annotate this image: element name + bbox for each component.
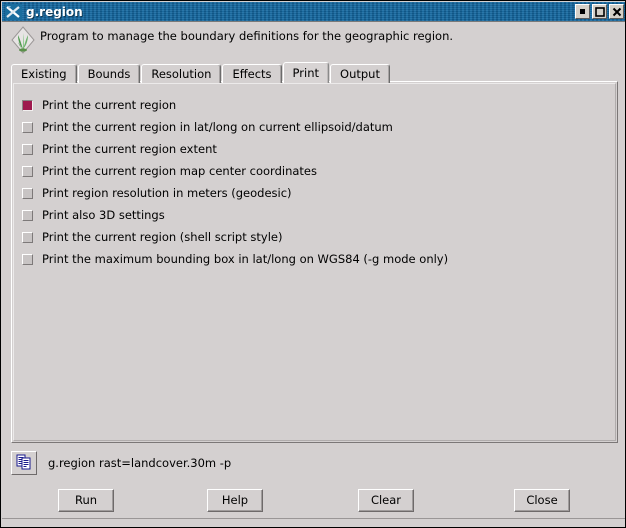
dialog-header: Program to manage the boundary definitio… [2,22,625,57]
option-print-latlong-ellipsoid[interactable]: Print the current region in lat/long on … [22,116,611,138]
option-label: Print the current region map center coor… [42,164,317,178]
copy-documents-icon [16,454,32,473]
option-print-region-extent[interactable]: Print the current region extent [22,138,611,160]
tab-label: Existing [21,67,67,81]
dialog-button-row: Run Help Clear Close [2,483,625,517]
minimize-button[interactable] [575,4,590,19]
tab-effects[interactable]: Effects [222,64,282,83]
button-label: Run [74,493,98,507]
tab-resolution[interactable]: Resolution [141,64,222,83]
x-terminal-icon [5,3,22,20]
tab-bounds[interactable]: Bounds [77,64,141,83]
tab-label: Print [292,66,320,80]
close-dialog-button[interactable]: Close [514,488,570,512]
checkbox[interactable] [22,253,33,265]
option-label: Print also 3D settings [42,208,165,222]
tab-label: Bounds [87,67,131,81]
tab-existing[interactable]: Existing [11,64,77,83]
option-print-max-bounding-box-wgs84[interactable]: Print the maximum bounding box in lat/lo… [22,248,611,270]
option-label: Print the current region extent [42,142,217,156]
option-print-shell-script-style[interactable]: Print the current region (shell script s… [22,226,611,248]
checkbox[interactable] [22,121,33,133]
command-text: g.region rast=landcover.30m -p [48,456,232,470]
tab-bar: Existing Bounds Resolution Effects Print… [11,61,619,83]
tab-label: Resolution [151,67,212,81]
button-label: Close [526,493,558,507]
copy-command-button[interactable] [11,451,37,475]
option-label: Print the current region [42,98,177,112]
clear-button[interactable]: Clear [358,488,414,512]
help-button[interactable]: Help [207,488,263,512]
checkbox[interactable] [22,143,33,155]
window-controls [575,4,624,19]
g-region-dialog-window: g.region Program to manage the boundary … [0,0,626,528]
print-options-panel: Print the current region Print the curre… [11,81,618,443]
checkbox[interactable] [22,99,33,111]
checkbox[interactable] [22,209,33,221]
grass-gis-leaf-icon [10,25,36,55]
button-label: Clear [370,493,402,507]
checkbox[interactable] [22,187,33,199]
window-title: g.region [26,4,83,19]
close-button[interactable] [609,4,624,19]
option-label: Print the current region in lat/long on … [42,120,393,134]
tab-output[interactable]: Output [330,64,390,83]
checkbox[interactable] [22,165,33,177]
tab-label: Output [340,67,380,81]
checkbox[interactable] [22,231,33,243]
window-titlebar[interactable]: g.region [2,2,625,22]
option-print-current-region[interactable]: Print the current region [22,94,611,116]
option-print-resolution-meters[interactable]: Print region resolution in meters (geode… [22,182,611,204]
option-label: Print the maximum bounding box in lat/lo… [42,252,449,266]
option-label: Print region resolution in meters (geode… [42,186,292,200]
option-print-map-center[interactable]: Print the current region map center coor… [22,160,611,182]
window-bottom-edge [2,518,625,527]
program-description: Program to manage the boundary definitio… [40,29,454,43]
button-label: Help [221,493,249,507]
run-button[interactable]: Run [58,488,114,512]
tab-print[interactable]: Print [282,62,330,83]
print-options-list: Print the current region Print the curre… [22,94,611,270]
option-label: Print the current region (shell script s… [42,230,283,244]
option-print-3d-settings[interactable]: Print also 3D settings [22,204,611,226]
command-bar: g.region rast=landcover.30m -p [11,449,618,477]
maximize-button[interactable] [592,4,607,19]
tab-label: Effects [232,67,272,81]
